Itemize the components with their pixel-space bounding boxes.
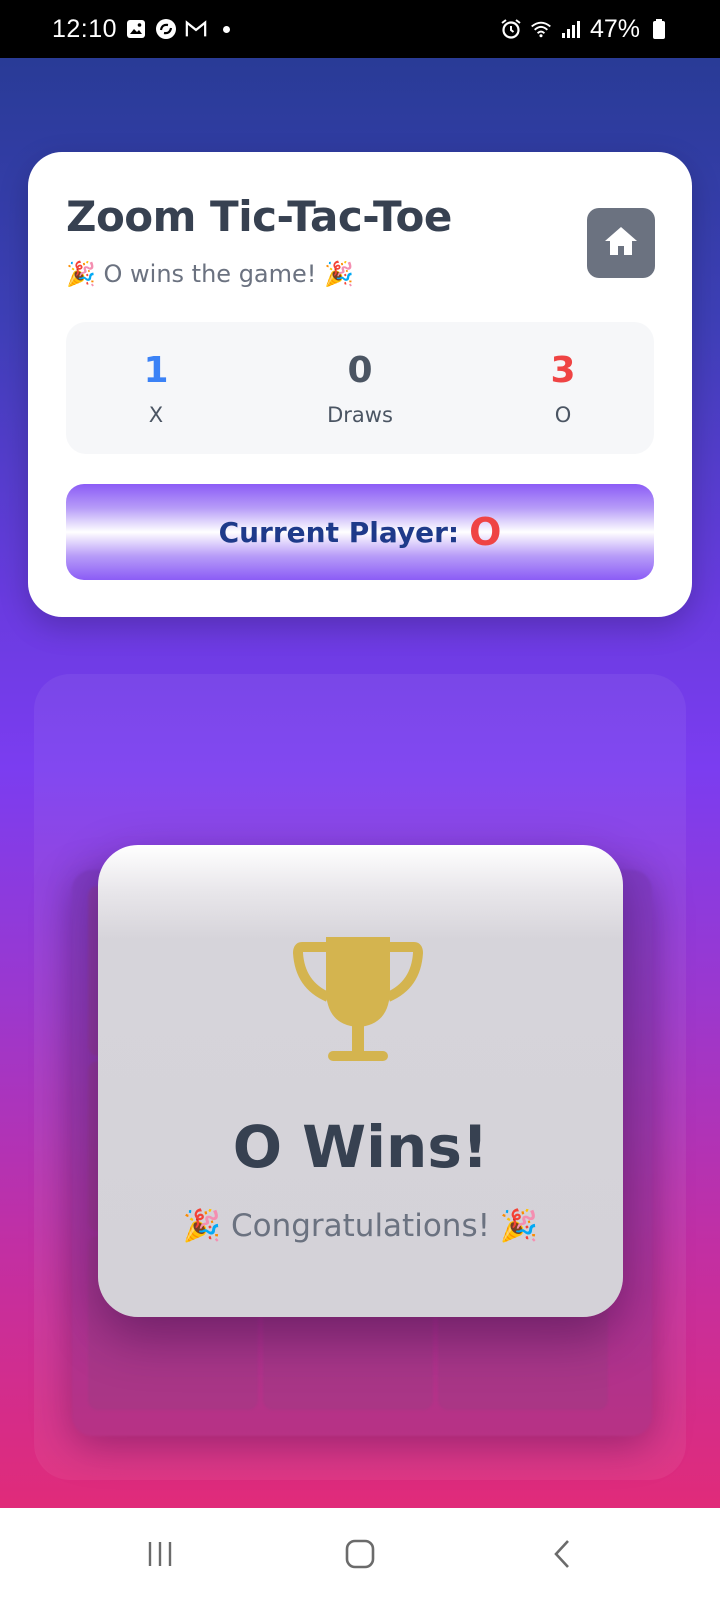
score-o: 3 O (503, 350, 623, 427)
win-modal: O Wins! 🎉 Congratulations! 🎉 (98, 845, 623, 1317)
game-status-text: 🎉 O wins the game! 🎉 (66, 260, 354, 288)
home-nav-button[interactable] (330, 1534, 390, 1578)
trophy-icon (288, 929, 428, 1069)
back-button[interactable] (532, 1534, 592, 1578)
sync-icon (155, 18, 177, 40)
game-header-card: Zoom Tic-Tac-Toe 🎉 O wins the game! 🎉 1 … (28, 152, 692, 617)
alarm-icon (500, 18, 522, 40)
current-player-value: O (469, 510, 502, 554)
home-nav-icon (344, 1538, 376, 1574)
image-icon (125, 18, 147, 40)
clock: 12:10 (52, 14, 118, 43)
nav-bar (0, 1508, 720, 1600)
score-draws-label: Draws (327, 403, 393, 427)
recent-apps-button[interactable] (130, 1534, 190, 1578)
gmail-icon (185, 18, 207, 40)
home-icon (603, 224, 639, 262)
score-o-value: 3 (550, 350, 576, 391)
score-x-label: X (148, 403, 164, 427)
wifi-icon (530, 18, 552, 40)
page-title: Zoom Tic-Tac-Toe (66, 192, 452, 241)
win-subtitle: 🎉 Congratulations! 🎉 (182, 1208, 539, 1244)
recent-apps-icon (145, 1539, 175, 1573)
back-icon (550, 1538, 574, 1574)
score-x: 1 X (96, 350, 216, 427)
score-x-value: 1 (143, 350, 169, 391)
current-player-banner: Current Player: O (66, 484, 654, 580)
win-title: O Wins! (232, 1113, 489, 1181)
dot-icon (223, 25, 231, 33)
home-button[interactable] (587, 208, 655, 278)
battery-percent: 47% (589, 14, 640, 43)
status-bar: 12:10 47% (0, 0, 720, 58)
score-draws-value: 0 (347, 350, 373, 391)
current-player-label: Current Player: (218, 515, 460, 549)
score-o-label: O (554, 403, 572, 427)
battery-icon (648, 18, 670, 40)
signal-icon (560, 18, 582, 40)
scoreboard: 1 X 0 Draws 3 O (66, 322, 654, 454)
score-draws: 0 Draws (300, 350, 420, 427)
